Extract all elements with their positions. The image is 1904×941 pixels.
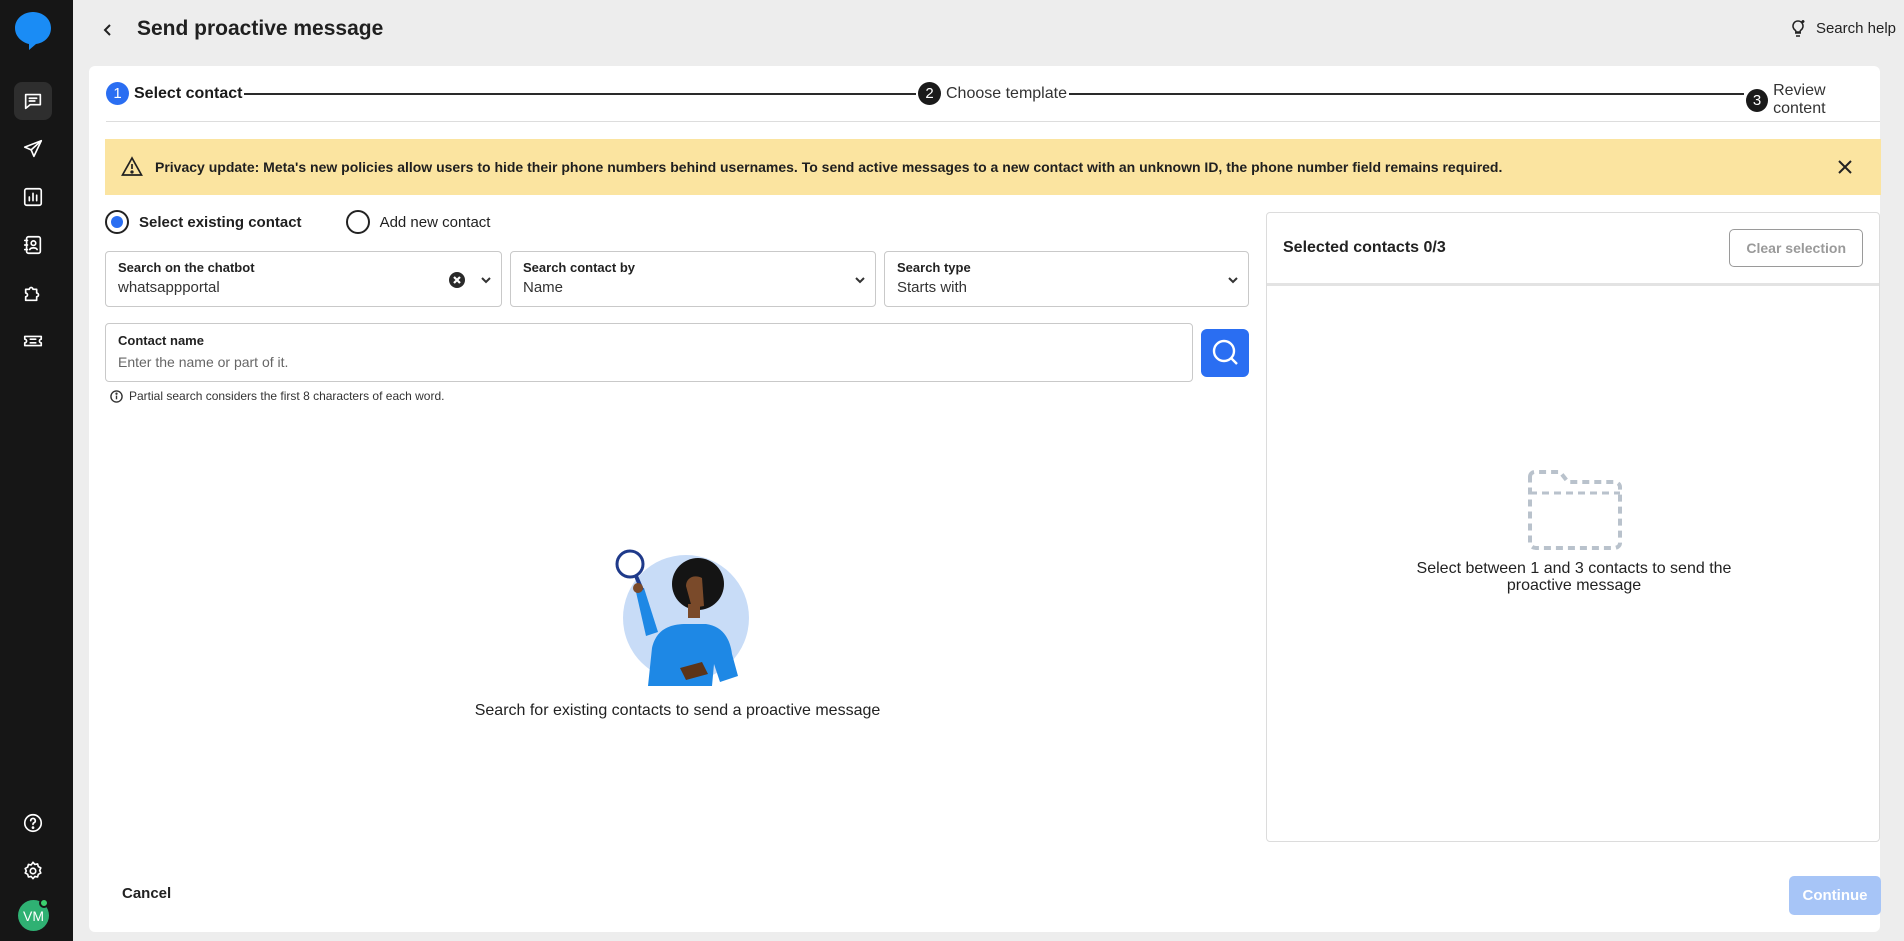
stepper-line [236, 93, 936, 95]
empty-state-text: Search for existing contacts to send a p… [474, 702, 881, 719]
lightbulb-icon [1792, 20, 1805, 37]
stepper: 1 Select contact 2 Choose template 3 Rev… [106, 82, 1880, 118]
nav-help[interactable] [14, 804, 52, 842]
search-type-select[interactable]: Search type Starts with [884, 251, 1249, 307]
search-button[interactable] [1201, 329, 1249, 377]
step-number: 1 [106, 82, 129, 105]
warning-icon [121, 156, 143, 176]
step-number: 3 [1746, 88, 1769, 112]
banner-text: Privacy update: Meta's new policies allo… [155, 159, 1503, 175]
step-label: Review content [1773, 82, 1826, 117]
privacy-banner: Privacy update: Meta's new policies allo… [105, 139, 1881, 195]
sidebar: VM [0, 0, 73, 941]
step-number: 2 [918, 82, 941, 105]
divider [106, 121, 1880, 122]
step-select-contact: 1 Select contact [106, 82, 245, 105]
field-label: Contact name [118, 333, 204, 348]
contact-name-field: Contact name [105, 323, 1193, 382]
help-icon [23, 813, 43, 833]
chevron-down-icon [855, 277, 865, 284]
step-choose-template: 2 Choose template [916, 82, 1069, 105]
cancel-button[interactable]: Cancel [114, 881, 179, 906]
info-icon [110, 389, 123, 403]
send-icon [23, 139, 43, 158]
chat-icon [24, 93, 42, 110]
nav-proactive[interactable] [14, 130, 52, 168]
ticket-icon [23, 335, 43, 347]
radio-label: Add new contact [379, 213, 491, 231]
close-icon [1838, 160, 1852, 174]
nav-settings[interactable] [14, 852, 52, 890]
chatbot-select[interactable]: Search on the chatbot whatsappportal [105, 251, 502, 307]
banner-close-button[interactable] [1835, 157, 1855, 177]
search-help-label: Search help [1815, 19, 1896, 37]
back-button[interactable] [96, 14, 120, 46]
field-value: whatsappportal [118, 279, 220, 296]
selected-contacts-title: Selected contacts 0/3 [1283, 239, 1446, 256]
clear-chatbot-button[interactable] [449, 272, 465, 288]
step-review-content: 3 Review content [1744, 82, 1880, 118]
step-label: Select contact [134, 84, 243, 102]
chevron-down-icon [1228, 277, 1238, 284]
field-label: Search type [897, 260, 971, 275]
nav-analytics[interactable] [14, 178, 52, 216]
step-label: Choose template [946, 84, 1067, 102]
online-status-dot [39, 898, 49, 908]
selected-empty-text: Select between 1 and 3 contacts to send … [1416, 560, 1732, 594]
contacts-icon [23, 235, 42, 255]
continue-button[interactable]: Continue [1789, 876, 1881, 915]
hint-text: Partial search considers the first 8 cha… [129, 389, 445, 403]
radio-checked-icon [105, 210, 129, 234]
clear-selection-button[interactable]: Clear selection [1729, 229, 1863, 267]
search-hint: Partial search considers the first 8 cha… [110, 389, 444, 403]
chevron-down-icon [481, 277, 491, 284]
empty-folder-icon [1528, 470, 1622, 550]
selected-contacts-header: Selected contacts 0/3 Clear selection [1267, 213, 1879, 286]
field-label: Search contact by [523, 260, 635, 275]
nav-contacts[interactable] [14, 226, 52, 264]
radio-select-existing[interactable]: Select existing contact [105, 210, 302, 234]
field-value: Name [523, 279, 564, 296]
stepper-line [1056, 93, 1856, 95]
field-label: Search on the chatbot [118, 260, 255, 275]
search-icon [1212, 339, 1238, 365]
radio-add-new[interactable]: Add new contact [345, 210, 491, 234]
close-icon [453, 276, 461, 284]
puzzle-icon [24, 286, 40, 302]
search-by-select[interactable]: Search contact by Name [510, 251, 876, 307]
selected-contacts-panel: Selected contacts 0/3 Clear selection Se… [1266, 212, 1880, 842]
search-person-illustration [615, 549, 749, 686]
field-value: Starts with [897, 279, 968, 296]
chevron-left-icon [103, 24, 111, 36]
gear-icon [24, 861, 42, 880]
radio-unchecked-icon [345, 210, 370, 234]
nav-integrations[interactable] [14, 274, 52, 312]
page-title: Send proactive message [137, 17, 384, 40]
radio-label: Select existing contact [139, 213, 302, 231]
nav-tickets[interactable] [14, 322, 52, 360]
search-help-link[interactable]: Search help [1788, 18, 1896, 38]
nav-chats[interactable] [14, 82, 52, 120]
analytics-icon [23, 187, 43, 207]
contact-name-input[interactable] [118, 354, 1180, 370]
app-logo-icon[interactable] [14, 10, 52, 50]
contact-mode-radio-group: Select existing contact Add new contact [105, 210, 490, 234]
